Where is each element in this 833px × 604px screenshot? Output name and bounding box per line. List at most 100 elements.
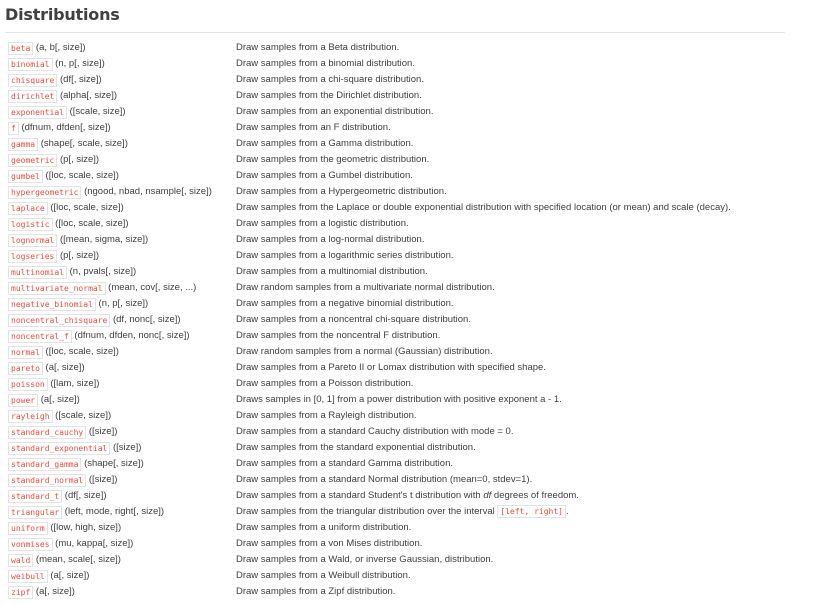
function-cell: standard_exponential ([size]) <box>8 440 141 456</box>
function-link[interactable]: logistic <box>8 217 53 231</box>
function-link[interactable]: normal <box>8 345 43 359</box>
function-signature: ([size]) <box>86 474 118 485</box>
description-cell: Draw samples from a Gamma distribution. <box>236 138 414 149</box>
table-row: standard_exponential ([size]) Draw sample… <box>8 440 808 456</box>
table-row: poisson ([lam, size]) Draw samples from a… <box>8 376 808 392</box>
function-link[interactable]: standard_t <box>8 489 63 503</box>
table-row: triangular (left, mode, right[, size]) Dr… <box>8 504 808 520</box>
description-cell: Draw samples from a logarithmic series d… <box>236 250 454 261</box>
function-signature: (mean, scale[, size]) <box>33 554 121 565</box>
description-cell: Draw samples from the Dirichlet distribu… <box>236 90 422 101</box>
function-signature: ([low, high, size]) <box>47 522 122 533</box>
function-signature: (a[, size]) <box>42 362 85 373</box>
table-row: vonmises (mu, kappa[, size]) Draw samples… <box>8 536 808 552</box>
function-link[interactable]: beta <box>8 41 34 55</box>
function-signature: (a[, size]) <box>47 570 90 581</box>
function-link[interactable]: laplace <box>8 201 48 215</box>
function-signature: (n, pvals[, size]) <box>66 266 137 277</box>
function-link[interactable]: standard_exponential <box>8 441 111 455</box>
function-signature: (shape[, scale, size]) <box>38 138 128 149</box>
description-cell: Draw random samples from a multivariate … <box>236 282 495 293</box>
function-link[interactable]: poisson <box>8 377 48 391</box>
function-link[interactable]: pareto <box>8 361 43 375</box>
function-signature: ([loc, scale, size]) <box>42 170 119 181</box>
function-link[interactable]: geometric <box>8 153 58 167</box>
function-link[interactable]: uniform <box>8 521 48 535</box>
function-cell: geometric (p[, size]) <box>8 152 99 168</box>
description-cell: Draw samples from a von Mises distributi… <box>236 538 423 549</box>
function-signature: (mu, kappa[, size]) <box>52 538 134 549</box>
table-row: dirichlet (alpha[, size]) Draw samples fr… <box>8 88 808 104</box>
function-cell: standard_t (df[, size]) <box>8 488 107 504</box>
description-cell: Draw random samples from a normal (Gauss… <box>236 346 493 357</box>
function-link[interactable]: standard_normal <box>8 473 87 487</box>
table-row: normal ([loc, scale, size]) Draw random s… <box>8 344 808 360</box>
function-cell: binomial (n, p[, size]) <box>8 56 105 72</box>
description-cell: Draw samples from a chi-square distribut… <box>236 74 424 85</box>
description-cell: Draw samples from an F distribution. <box>236 122 391 133</box>
function-link[interactable]: wald <box>8 553 34 567</box>
function-cell: logseries (p[, size]) <box>8 248 99 264</box>
function-link[interactable]: exponential <box>8 105 67 119</box>
function-signature: (df[, size]) <box>57 74 102 85</box>
table-row: lognormal ([mean, sigma, size]) Draw samp… <box>8 232 808 248</box>
emphasis-text: df <box>483 490 492 501</box>
function-link[interactable]: binomial <box>8 57 53 71</box>
function-link[interactable]: triangular <box>8 505 63 519</box>
function-cell: noncentral_f (dfnum, dfden, nonc[, size]… <box>8 328 190 344</box>
table-row: f (dfnum, dfden[, size]) Draw samples fro… <box>8 120 808 136</box>
function-signature: (n, p[, size]) <box>52 58 105 69</box>
function-cell: pareto (a[, size]) <box>8 360 85 376</box>
table-row: gamma (shape[, scale, size]) Draw samples… <box>8 136 808 152</box>
function-signature: ([lam, size]) <box>47 378 100 389</box>
function-link[interactable]: rayleigh <box>8 409 53 423</box>
function-link[interactable]: power <box>8 393 39 407</box>
function-link[interactable]: multivariate_normal <box>8 281 106 295</box>
function-signature: ([size]) <box>110 442 142 453</box>
description-cell: Draw samples from a binomial distributio… <box>236 58 415 69</box>
function-cell: exponential ([scale, size]) <box>8 104 126 120</box>
function-link[interactable]: negative_binomial <box>8 297 96 311</box>
function-signature: (ngood, nbad, nsample[, size]) <box>81 186 212 197</box>
table-row: negative_binomial (n, p[, size]) Draw sam… <box>8 296 808 312</box>
function-link[interactable]: logseries <box>8 249 58 263</box>
table-row: logseries (p[, size]) Draw samples from a… <box>8 248 808 264</box>
function-cell: triangular (left, mode, right[, size]) <box>8 504 164 520</box>
function-signature: ([mean, sigma, size]) <box>57 234 149 245</box>
table-row: geometric (p[, size]) Draw samples from t… <box>8 152 808 168</box>
function-link[interactable]: noncentral_f <box>8 329 72 343</box>
function-link[interactable]: multinomial <box>8 265 67 279</box>
function-link[interactable]: standard_cauchy <box>8 425 87 439</box>
title-divider <box>5 32 785 33</box>
function-cell: uniform ([low, high, size]) <box>8 520 121 536</box>
function-signature: (p[, size]) <box>57 250 100 261</box>
function-link[interactable]: hypergeometric <box>8 185 82 199</box>
function-link[interactable]: chisquare <box>8 73 58 87</box>
function-cell: multivariate_normal (mean, cov[, size, .… <box>8 280 196 296</box>
function-cell: beta (a, b[, size]) <box>8 40 86 56</box>
function-link[interactable]: dirichlet <box>8 89 58 103</box>
table-row: pareto (a[, size]) Draw samples from a Pa… <box>8 360 808 376</box>
function-link[interactable]: f <box>8 121 19 135</box>
function-link[interactable]: weibull <box>8 569 48 583</box>
function-link[interactable]: lognormal <box>8 233 58 247</box>
function-signature: (df, nonc[, size]) <box>110 314 181 325</box>
function-link[interactable]: zipf <box>8 585 34 599</box>
function-link[interactable]: noncentral_chisquare <box>8 313 111 327</box>
function-link[interactable]: standard_gamma <box>8 457 82 471</box>
table-row: chisquare (df[, size]) Draw samples from … <box>8 72 808 88</box>
function-cell: standard_normal ([size]) <box>8 472 117 488</box>
function-cell: poisson ([lam, size]) <box>8 376 99 392</box>
table-row: standard_gamma (shape[, size]) Draw sampl… <box>8 456 808 472</box>
table-row: zipf (a[, size]) Draw samples from a Zipf… <box>8 584 808 600</box>
function-cell: standard_cauchy ([size]) <box>8 424 117 440</box>
description-cell: Draw samples from a standard Cauchy dist… <box>236 426 514 437</box>
function-link[interactable]: gumbel <box>8 169 43 183</box>
distributions-table: beta (a, b[, size]) Draw samples from a B… <box>8 40 808 600</box>
function-link[interactable]: gamma <box>8 137 39 151</box>
description-cell: Draw samples from a Poisson distribution… <box>236 378 414 389</box>
description-cell: Draw samples from a Hypergeometric distr… <box>236 186 447 197</box>
function-signature: ([loc, scale, size]) <box>42 346 119 357</box>
function-cell: power (a[, size]) <box>8 392 80 408</box>
function-link[interactable]: vonmises <box>8 537 53 551</box>
